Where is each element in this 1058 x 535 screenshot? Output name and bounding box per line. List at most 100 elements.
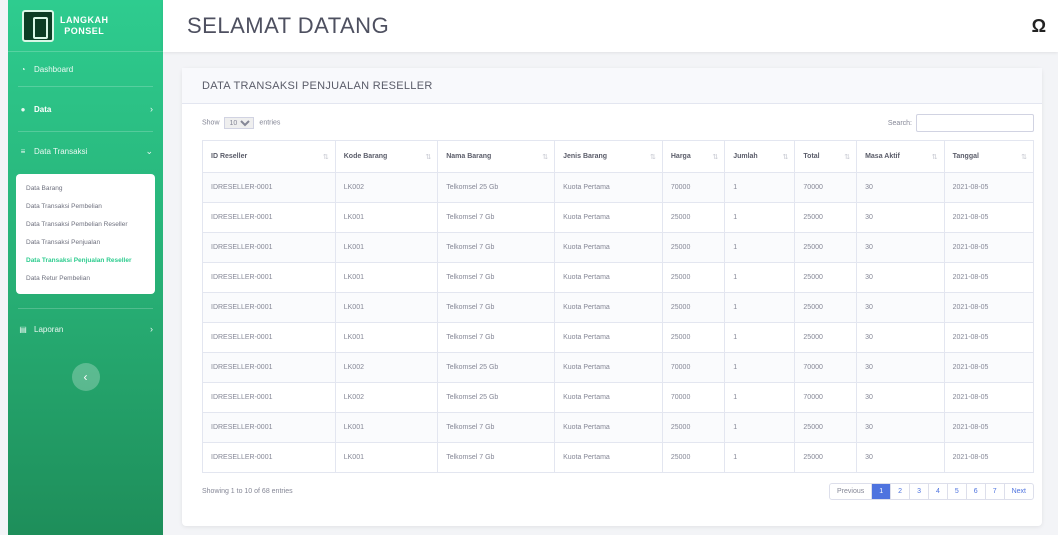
table-row: IDRESELLER-0001 LK001 Telkomsel 7 Gb Kuota …: [202, 322, 1035, 353]
column-header[interactable]: Jenis Barang ⇅: [554, 140, 663, 173]
table-cell: IDRESELLER-0001: [202, 292, 336, 323]
table-cell: 30: [856, 262, 945, 293]
column-header[interactable]: ID Reseller ⇅: [202, 140, 336, 173]
pagination-page-5[interactable]: 5: [948, 484, 967, 499]
pagination-next[interactable]: Next: [1005, 484, 1033, 499]
column-header-label: Nama Barang: [446, 153, 492, 160]
table-cell: 25000: [794, 322, 858, 353]
pagination-page-3[interactable]: 3: [910, 484, 929, 499]
table-row: IDRESELLER-0001 LK002 Telkomsel 25 Gb Kuota…: [202, 172, 1035, 203]
column-header[interactable]: Total ⇅: [794, 140, 858, 173]
pagination-page-1[interactable]: 1: [872, 484, 892, 499]
table-cell: Telkomsel 7 Gb: [437, 412, 556, 443]
table-row: IDRESELLER-0001 LK002 Telkomsel 25 Gb Kuota…: [202, 352, 1035, 383]
sort-icon: ⇅: [650, 154, 656, 161]
table-cell: 1: [724, 202, 796, 233]
table-cell: 25000: [661, 202, 726, 233]
sidebar-item-label: Laporan: [34, 324, 64, 334]
column-header[interactable]: Nama Barang ⇅: [437, 140, 556, 173]
table-cell: LK002: [334, 172, 439, 203]
table-row: IDRESELLER-0001 LK001 Telkomsel 7 Gb Kuota …: [202, 202, 1035, 233]
search-input[interactable]: [916, 114, 1034, 132]
table-cell: 25000: [661, 412, 726, 443]
submenu-transaksi-penjualan[interactable]: Data Transaksi Penjualan: [16, 234, 155, 252]
pagination-previous[interactable]: Previous: [830, 484, 873, 499]
transactions-card: DATA TRANSAKSI PENJUALAN RESELLER Show 1…: [182, 68, 1042, 526]
report-icon: ▤: [19, 324, 27, 334]
column-header-label: Jumlah: [733, 153, 758, 160]
entries-label: entries: [259, 119, 281, 127]
column-header[interactable]: Kode Barang ⇅: [334, 140, 439, 173]
table-cell: Telkomsel 25 Gb: [437, 352, 556, 383]
column-header[interactable]: Tanggal ⇅: [943, 140, 1035, 173]
table-cell: IDRESELLER-0001: [202, 412, 336, 443]
entries-select[interactable]: 10: [224, 117, 255, 129]
table-row: IDRESELLER-0001 LK001 Telkomsel 7 Gb Kuota …: [202, 232, 1035, 263]
chevron-down-icon: ⌄: [145, 145, 153, 156]
pagination: Previous 1 2 3 4 5 6 7 Next: [829, 483, 1034, 500]
pagination-page-6[interactable]: 6: [967, 484, 986, 499]
submenu-transaksi-pembelian-reseller[interactable]: Data Transaksi Pembelian Reseller: [16, 216, 155, 234]
table-body: IDRESELLER-0001 LK002 Telkomsel 25 Gb Kuota…: [202, 172, 1035, 473]
table-row: IDRESELLER-0001 LK001 Telkomsel 7 Gb Kuota …: [202, 262, 1035, 293]
brand-line1: LANGKAH: [60, 14, 109, 25]
table-info: Showing 1 to 10 of 68 entries: [202, 488, 293, 495]
table-cell: 2021-08-05: [943, 262, 1035, 293]
brand-name: LANGKAH PONSEL: [60, 15, 109, 37]
sidebar-item-transaksi[interactable]: ≡ Data Transaksi ⌄: [8, 132, 163, 170]
chevron-left-icon: ‹: [83, 370, 88, 384]
column-header[interactable]: Harga ⇅: [661, 140, 726, 173]
submenu-data-barang[interactable]: Data Barang: [16, 180, 155, 198]
sidebar-item-dashboard[interactable]: ◔ Dashboard: [8, 52, 163, 86]
table-cell: 30: [856, 412, 945, 443]
user-profile-icon[interactable]: Ω: [1032, 16, 1046, 37]
column-header[interactable]: Jumlah ⇅: [724, 140, 796, 173]
table-cell: 25000: [794, 292, 858, 323]
submenu-retur-pembelian[interactable]: Data Retur Pembelian: [16, 270, 155, 288]
card-title: DATA TRANSAKSI PENJUALAN RESELLER: [182, 68, 1042, 104]
show-label: Show: [202, 119, 220, 127]
table-cell: 25000: [794, 262, 858, 293]
transaction-icon: ≡: [20, 146, 26, 156]
table-cell: 30: [856, 352, 945, 383]
table-cell: 2021-08-05: [943, 232, 1035, 263]
table-row: IDRESELLER-0001 LK001 Telkomsel 7 Gb Kuota …: [202, 442, 1035, 473]
phone-logo-icon: [22, 9, 54, 42]
table-cell: 1: [724, 322, 796, 353]
chevron-right-icon: ›: [150, 104, 153, 114]
table-cell: IDRESELLER-0001: [202, 232, 336, 263]
column-header-label: Harga: [670, 153, 691, 160]
submenu-transaksi-penjualan-reseller[interactable]: Data Transaksi Penjualan Reseller: [16, 252, 155, 270]
table-cell: 25000: [661, 262, 726, 293]
submenu-transaksi-pembelian[interactable]: Data Transaksi Pembelian: [16, 198, 155, 216]
table-cell: IDRESELLER-0001: [202, 442, 336, 473]
table-cell: 25000: [794, 412, 858, 443]
table-cell: 1: [724, 412, 796, 443]
table-cell: 1: [724, 262, 796, 293]
column-header[interactable]: Masa Aktif ⇅: [856, 140, 945, 173]
pagination-page-4[interactable]: 4: [929, 484, 948, 499]
table-cell: 70000: [661, 172, 726, 203]
table-cell: Telkomsel 7 Gb: [437, 262, 556, 293]
sidebar-item-label: Data Transaksi: [34, 146, 88, 156]
table-cell: LK001: [334, 412, 439, 443]
column-header-label: Jenis Barang: [563, 153, 608, 160]
table-cell: LK001: [334, 292, 439, 323]
table-cell: 2021-08-05: [943, 382, 1035, 413]
sidebar-item-laporan[interactable]: ▤ Laporan ›: [8, 309, 163, 349]
table-footer: Showing 1 to 10 of 68 entries Previous 1 2…: [182, 473, 1042, 500]
table-cell: 70000: [661, 382, 726, 413]
brand[interactable]: LANGKAH PONSEL: [8, 0, 163, 52]
sort-icon: ⇅: [425, 154, 432, 161]
sidebar-toggle-button[interactable]: ‹: [71, 363, 100, 391]
table-cell: IDRESELLER-0001: [202, 172, 336, 203]
table-row: IDRESELLER-0001 LK001 Telkomsel 7 Gb Kuota …: [202, 412, 1035, 443]
table-cell: 1: [724, 172, 796, 203]
table-cell: Kuota Pertama: [554, 352, 663, 383]
table-cell: 30: [856, 442, 945, 473]
table-cell: 30: [856, 382, 945, 413]
pagination-page-2[interactable]: 2: [891, 484, 911, 499]
sidebar-item-data[interactable]: ● Data ›: [8, 87, 163, 131]
pagination-page-7[interactable]: 7: [986, 484, 1005, 499]
table-cell: LK001: [334, 262, 439, 293]
